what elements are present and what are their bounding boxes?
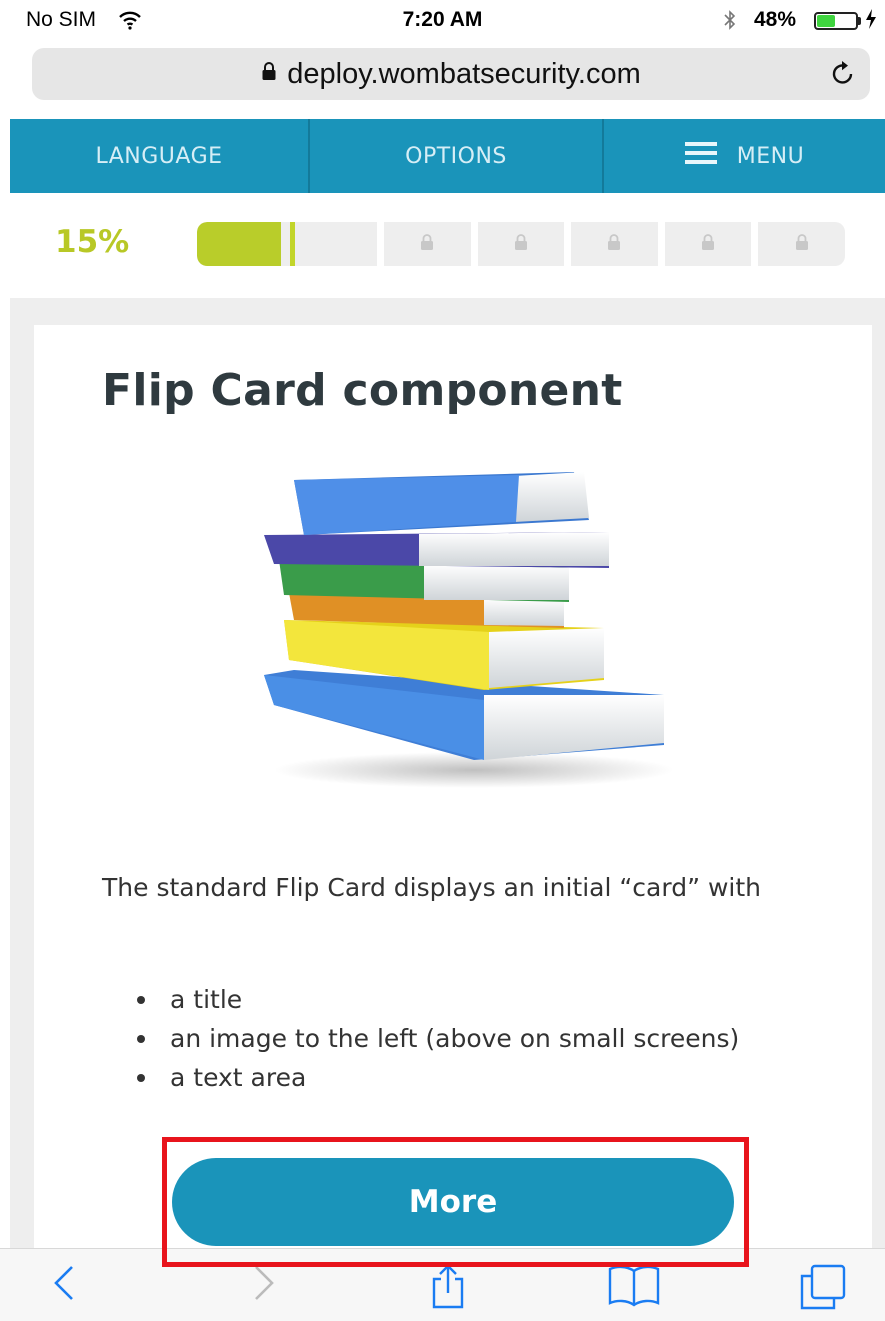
forward-icon[interactable] — [248, 1263, 278, 1307]
bookmarks-icon[interactable] — [608, 1263, 660, 1311]
browser-toolbar — [0, 1248, 885, 1321]
progress-segment-current — [197, 222, 377, 266]
clock: 7:20 AM — [402, 8, 483, 31]
flip-card: Flip Card component The standard Flip Ca… — [34, 325, 872, 1248]
lock-icon — [794, 233, 810, 255]
progress-fill — [197, 222, 281, 266]
feature-list: a title an image to the left (above on s… — [134, 980, 739, 1097]
back-icon[interactable] — [50, 1263, 80, 1307]
share-icon[interactable] — [428, 1263, 468, 1313]
progress-segment-locked — [477, 222, 565, 266]
nav-language[interactable]: LANGUAGE — [10, 119, 308, 193]
lock-icon — [700, 233, 716, 255]
battery-icon — [814, 12, 858, 30]
books-illustration — [244, 460, 704, 799]
url-text: deploy.wombatsecurity.com — [287, 58, 641, 90]
charging-icon — [865, 8, 877, 35]
progress-segment-locked — [384, 222, 471, 266]
list-item: a text area — [134, 1058, 739, 1097]
nav-language-label: LANGUAGE — [95, 143, 223, 169]
nav-menu-label: MENU — [736, 143, 805, 169]
hamburger-icon — [684, 141, 717, 171]
progress-segment-locked — [571, 222, 658, 266]
bluetooth-icon — [722, 8, 738, 37]
course-progress: 15% — [0, 210, 885, 280]
card-body-text: The standard Flip Card displays an initi… — [102, 873, 762, 902]
more-button[interactable]: More — [172, 1158, 734, 1246]
progress-segment-locked — [664, 222, 752, 266]
top-nav: LANGUAGE OPTIONS MENU — [10, 119, 885, 193]
battery-level — [817, 15, 835, 27]
progress-percent: 15% — [55, 224, 130, 260]
progress-bar — [197, 222, 845, 266]
battery-nub — [858, 17, 861, 25]
lock-icon — [419, 233, 435, 255]
card-description: The standard Flip Card displays an initi… — [102, 870, 842, 906]
nav-options-label: OPTIONS — [405, 143, 507, 169]
tabs-icon[interactable] — [798, 1263, 848, 1315]
page-title: Flip Card component — [102, 365, 623, 416]
progress-marker — [290, 222, 295, 266]
address-bar[interactable]: deploy.wombatsecurity.com — [32, 48, 870, 100]
reload-icon[interactable] — [828, 58, 858, 94]
lock-icon — [513, 233, 529, 255]
more-button-label: More — [408, 1184, 498, 1220]
lock-icon — [606, 233, 622, 255]
battery-percent: 48% — [754, 8, 797, 31]
nav-menu[interactable]: MENU — [602, 119, 885, 193]
status-bar: No SIM 7:20 AM 48% — [0, 0, 885, 42]
nav-options[interactable]: OPTIONS — [308, 119, 602, 193]
list-item: an image to the left (above on small scr… — [134, 1019, 739, 1058]
list-item: a title — [134, 980, 739, 1019]
progress-segment-locked — [758, 222, 845, 266]
lock-icon — [261, 56, 277, 89]
url-display[interactable]: deploy.wombatsecurity.com — [32, 58, 870, 92]
